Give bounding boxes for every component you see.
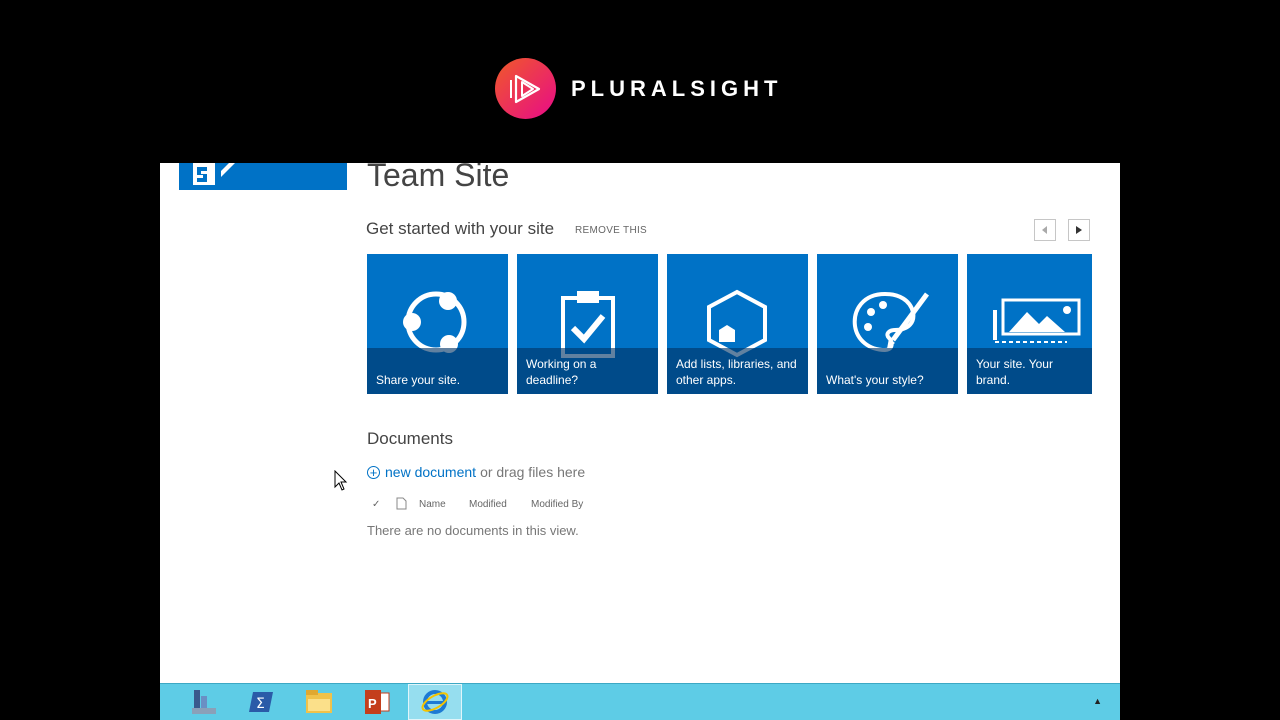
drag-files-hint: or drag files here	[480, 464, 586, 480]
remove-this-link[interactable]: REMOVE THIS	[575, 225, 647, 236]
tile-caption: What's your style?	[817, 348, 958, 394]
tray-expand-icon[interactable]: ▲	[1093, 696, 1102, 706]
prev-tile-button[interactable]	[1034, 219, 1056, 241]
sharepoint-logo-icon[interactable]	[179, 163, 347, 190]
tile-brand[interactable]: Your site. Your brand.	[967, 254, 1092, 394]
svg-text:Σ: Σ	[256, 696, 265, 712]
tile-deadline[interactable]: Working on a deadline?	[517, 254, 658, 394]
powerpoint-icon[interactable]: P	[350, 684, 404, 720]
sharepoint-page: Team Site Get started with your site REM…	[160, 163, 1120, 683]
svg-text:P: P	[368, 696, 377, 711]
tile-caption: Working on a deadline?	[517, 348, 658, 394]
chevron-left-icon	[1042, 226, 1047, 234]
empty-documents-message: There are no documents in this view.	[367, 523, 579, 538]
brand-name: PLURALSIGHT	[571, 75, 783, 101]
pluralsight-brand: PLURALSIGHT	[495, 58, 782, 119]
new-document-link[interactable]: new document	[385, 464, 476, 480]
file-type-icon	[396, 497, 407, 513]
windows-taskbar: Σ P ▲	[160, 683, 1120, 720]
documents-title: Documents	[367, 429, 453, 448]
column-name[interactable]: Name	[419, 499, 446, 510]
tile-caption: Add lists, libraries, and other apps.	[667, 348, 808, 394]
plus-circle-icon[interactable]: +	[367, 465, 380, 479]
tile-caption: Share your site.	[367, 348, 508, 394]
chevron-right-icon	[1076, 226, 1082, 234]
select-all-check[interactable]: ✓	[372, 499, 380, 510]
tile-style[interactable]: What's your style?	[817, 254, 958, 394]
server-manager-icon[interactable]	[176, 684, 230, 720]
column-modified-by[interactable]: Modified By	[531, 499, 583, 510]
pluralsight-logo-icon	[495, 58, 556, 119]
tile-share-site[interactable]: Share your site.	[367, 254, 508, 394]
mouse-cursor-icon	[334, 470, 348, 491]
page-title: Team Site	[367, 163, 510, 193]
internet-explorer-icon[interactable]	[408, 684, 462, 720]
tile-caption: Your site. Your brand.	[967, 348, 1092, 394]
column-modified[interactable]: Modified	[469, 499, 507, 510]
next-tile-button[interactable]	[1068, 219, 1090, 241]
get-started-title: Get started with your site	[366, 219, 555, 238]
file-explorer-icon[interactable]	[292, 684, 346, 720]
new-document-row: + new document or drag files here	[367, 464, 585, 480]
tile-add-apps[interactable]: Add lists, libraries, and other apps.	[667, 254, 808, 394]
powershell-icon[interactable]: Σ	[234, 684, 288, 720]
